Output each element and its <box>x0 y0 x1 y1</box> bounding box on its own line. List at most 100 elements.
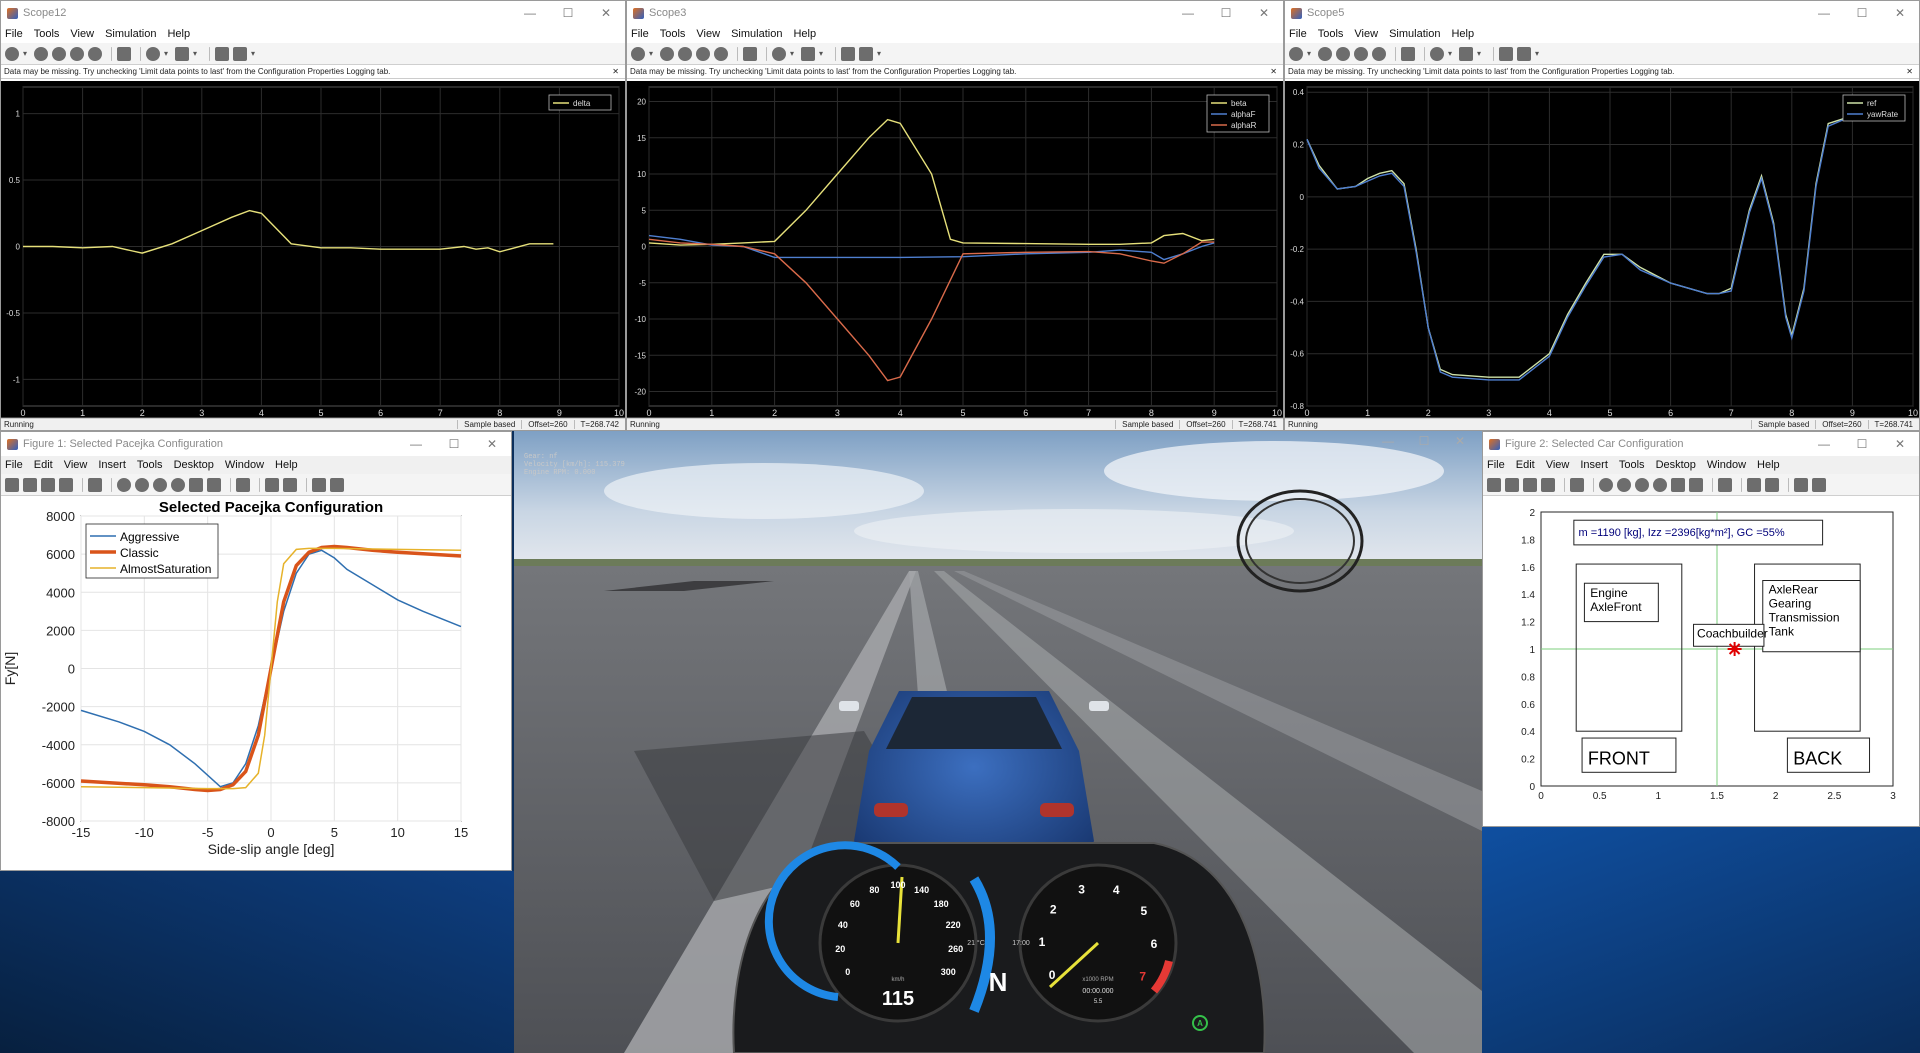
minimize-icon[interactable]: — <box>1805 6 1843 20</box>
zoom-in-icon[interactable] <box>117 477 131 492</box>
settings-icon[interactable] <box>5 46 19 61</box>
chevron-down-icon[interactable]: ▾ <box>649 49 656 58</box>
menu-view[interactable]: View <box>1354 28 1378 40</box>
menu-edit[interactable]: Edit <box>1516 459 1535 471</box>
zoom-in-icon[interactable] <box>1599 477 1613 492</box>
settings-icon[interactable] <box>1289 46 1303 61</box>
menu-window[interactable]: Window <box>225 459 264 471</box>
chevron-down-icon[interactable]: ▾ <box>23 49 30 58</box>
menu-edit[interactable]: Edit <box>34 459 53 471</box>
close-icon[interactable]: ✕ <box>612 65 619 78</box>
maximize-icon[interactable]: ☐ <box>549 6 587 20</box>
stop-icon[interactable] <box>88 46 102 61</box>
maximize-icon[interactable]: ☐ <box>1843 437 1881 451</box>
menu-simulation[interactable]: Simulation <box>731 28 782 40</box>
pointer-icon[interactable] <box>88 477 102 492</box>
menu-file[interactable]: File <box>5 459 23 471</box>
link-icon[interactable] <box>236 477 250 492</box>
pause-icon[interactable] <box>678 46 692 61</box>
highlight-icon[interactable] <box>1401 46 1415 61</box>
menu-desktop[interactable]: Desktop <box>1656 459 1696 471</box>
zoom-icon[interactable] <box>1430 46 1444 61</box>
menu-insert[interactable]: Insert <box>98 459 126 471</box>
highlight-icon[interactable] <box>743 46 757 61</box>
data-cursor-icon[interactable] <box>1671 477 1685 492</box>
dock-icon[interactable] <box>1812 477 1826 492</box>
pan-icon[interactable] <box>1635 477 1649 492</box>
data-cursor-icon[interactable] <box>189 477 203 492</box>
autoscale-icon[interactable] <box>175 46 189 61</box>
menu-view[interactable]: View <box>696 28 720 40</box>
legend-icon[interactable] <box>283 477 297 492</box>
menu-tools[interactable]: Tools <box>1318 28 1344 40</box>
close-icon[interactable]: ✕ <box>587 6 625 20</box>
close-icon[interactable]: ✕ <box>473 437 511 451</box>
menu-help[interactable]: Help <box>167 28 190 40</box>
minimize-icon[interactable]: — <box>511 6 549 20</box>
menu-help[interactable]: Help <box>275 459 298 471</box>
brush-icon[interactable] <box>207 477 221 492</box>
close-icon[interactable]: ✕ <box>1881 437 1919 451</box>
pointer-icon[interactable] <box>1570 477 1584 492</box>
menu-insert[interactable]: Insert <box>1580 459 1608 471</box>
menu-help[interactable]: Help <box>793 28 816 40</box>
pause-icon[interactable] <box>1336 46 1350 61</box>
menu-help[interactable]: Help <box>1451 28 1474 40</box>
maximize-icon[interactable]: ☐ <box>435 437 473 451</box>
chevron-down-icon[interactable]: ▾ <box>1477 49 1484 58</box>
new-figure-icon[interactable] <box>5 477 19 492</box>
trigger-icon[interactable] <box>1499 46 1513 61</box>
stop-icon[interactable] <box>1372 46 1386 61</box>
print-icon[interactable] <box>1541 477 1555 492</box>
menu-window[interactable]: Window <box>1707 459 1746 471</box>
save-icon[interactable] <box>41 477 55 492</box>
chevron-down-icon[interactable]: ▾ <box>819 49 826 58</box>
menu-file[interactable]: File <box>631 28 649 40</box>
open-icon[interactable] <box>1505 477 1519 492</box>
step-back-icon[interactable] <box>34 46 48 61</box>
legend-icon[interactable] <box>1765 477 1779 492</box>
menu-view[interactable]: View <box>64 459 88 471</box>
step-back-icon[interactable] <box>660 46 674 61</box>
close-icon[interactable]: ✕ <box>1881 6 1919 20</box>
rotate-icon[interactable] <box>171 477 185 492</box>
minimize-icon[interactable]: — <box>397 437 435 451</box>
maximize-icon[interactable]: ☐ <box>1207 6 1245 20</box>
hide-tools-icon[interactable] <box>1794 477 1808 492</box>
minimize-icon[interactable]: — <box>1805 437 1843 451</box>
zoom-icon[interactable] <box>772 46 786 61</box>
menu-tools[interactable]: Tools <box>660 28 686 40</box>
zoom-out-icon[interactable] <box>1617 477 1631 492</box>
chevron-down-icon[interactable]: ▾ <box>1448 49 1455 58</box>
hide-tools-icon[interactable] <box>312 477 326 492</box>
step-back-icon[interactable] <box>1318 46 1332 61</box>
menu-tools[interactable]: Tools <box>34 28 60 40</box>
maximize-icon[interactable]: ☐ <box>1843 6 1881 20</box>
menu-simulation[interactable]: Simulation <box>1389 28 1440 40</box>
close-icon[interactable]: ✕ <box>1906 65 1913 78</box>
chevron-down-icon[interactable]: ▾ <box>251 49 258 58</box>
autoscale-icon[interactable] <box>1459 46 1473 61</box>
colorbar-icon[interactable] <box>1747 477 1761 492</box>
step-forward-icon[interactable] <box>70 46 84 61</box>
chevron-down-icon[interactable]: ▾ <box>877 49 884 58</box>
pause-icon[interactable] <box>52 46 66 61</box>
maximize-icon[interactable]: ☐ <box>1406 434 1442 448</box>
close-icon[interactable]: ✕ <box>1442 434 1478 448</box>
chevron-down-icon[interactable]: ▾ <box>1307 49 1314 58</box>
menu-file[interactable]: File <box>1487 459 1505 471</box>
chevron-down-icon[interactable]: ▾ <box>164 49 171 58</box>
chevron-down-icon[interactable]: ▾ <box>1535 49 1542 58</box>
minimize-icon[interactable]: — <box>1370 434 1406 448</box>
simulation-3d-view[interactable]: 115 km/h N x1000 RPM 00:00.000 5.5 21 °C… <box>514 431 1482 1053</box>
new-figure-icon[interactable] <box>1487 477 1501 492</box>
cursor-measure-icon[interactable] <box>1517 46 1531 61</box>
menu-file[interactable]: File <box>1289 28 1307 40</box>
menu-desktop[interactable]: Desktop <box>174 459 214 471</box>
menu-tools[interactable]: Tools <box>1619 459 1645 471</box>
menu-view[interactable]: View <box>1546 459 1570 471</box>
colorbar-icon[interactable] <box>265 477 279 492</box>
chevron-down-icon[interactable]: ▾ <box>193 49 200 58</box>
step-forward-icon[interactable] <box>1354 46 1368 61</box>
dock-icon[interactable] <box>330 477 344 492</box>
